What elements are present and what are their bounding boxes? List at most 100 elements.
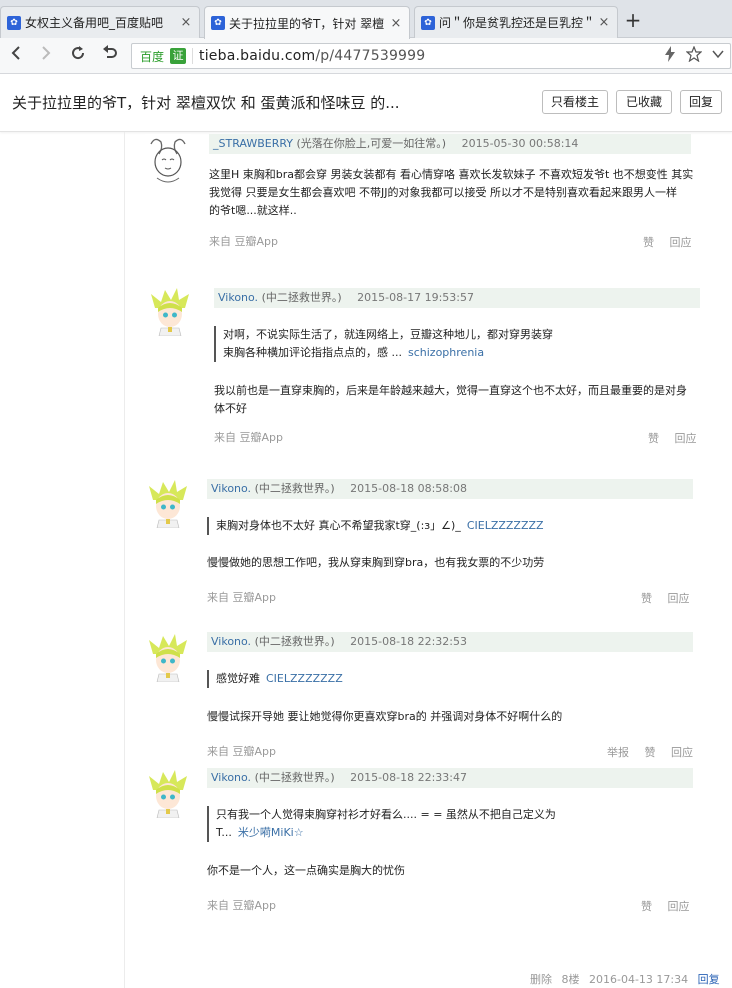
like-button[interactable]: 赞 bbox=[643, 236, 654, 249]
quoted-username[interactable]: schizophrenia bbox=[408, 346, 484, 359]
post-body: 我以前也是一直穿束胸的，后来是年龄越来越大，觉得一直穿这个也不太好，而且最重要的… bbox=[214, 382, 710, 418]
username[interactable]: Vikono. bbox=[211, 771, 251, 784]
post-line: 体不好 bbox=[214, 402, 247, 415]
divider bbox=[192, 48, 194, 64]
user-signature: (中二拯救世界。) bbox=[254, 635, 335, 648]
post-actions: 赞 回应 bbox=[629, 898, 690, 914]
browser-tab-3[interactable]: ✿ 问＂你是贫乳控还是巨乳控＂ × bbox=[414, 6, 618, 38]
avatar[interactable] bbox=[145, 632, 191, 683]
quoted-username[interactable]: CIELZZZZZZZ bbox=[266, 672, 343, 685]
post-meta: Vikono. (中二拯救世界。) 2015-08-18 22:32:53 bbox=[207, 632, 693, 652]
post-line: 我以前也是一直穿束胸的，后来是年龄越来越大，觉得一直穿这个也不太好，而且最重要的… bbox=[214, 384, 687, 397]
respond-button[interactable]: 回应 bbox=[670, 236, 692, 249]
address-bar[interactable]: 百度 证 tieba.baidu.com/p/4477539999 bbox=[131, 43, 731, 69]
browser-toolbar: 百度 证 tieba.baidu.com/p/4477539999 bbox=[0, 38, 732, 74]
floor-footer: 删除 8楼 2016-04-13 17:34 回复 bbox=[530, 971, 720, 987]
like-button[interactable]: 赞 bbox=[645, 746, 656, 759]
post-actions: 赞 回应 bbox=[629, 590, 690, 606]
post-body: 慢慢做她的思想工作吧，我从穿束胸到穿bra，也有我女票的不少功劳 bbox=[207, 554, 703, 572]
tab-title: 问＂你是贫乳控还是巨乳控＂ bbox=[439, 16, 593, 30]
undo-icon[interactable] bbox=[98, 44, 122, 68]
post-actions: 举报 赞 回应 bbox=[595, 744, 693, 760]
reload-icon[interactable] bbox=[66, 44, 90, 68]
url-text[interactable]: tieba.baidu.com/p/4477539999 bbox=[199, 48, 425, 64]
browser-tab-1[interactable]: ✿ 女权主义备用吧_百度贴吧 × bbox=[0, 6, 200, 38]
user-signature: (中二拯救世界。) bbox=[254, 482, 335, 495]
quoted-reply: 感觉好难 CIELZZZZZZZ bbox=[207, 670, 627, 688]
post-item: Vikono. (中二拯救世界。) 2015-08-17 19:53:57 对啊… bbox=[125, 284, 732, 454]
quote-line: 对啊，不说实际生活了，就连网络上，豆瓣这种地儿，都对穿男装穿 bbox=[223, 328, 553, 341]
like-button[interactable]: 赞 bbox=[641, 592, 652, 605]
respond-button[interactable]: 回应 bbox=[668, 592, 690, 605]
user-signature: (中二拯救世界。) bbox=[254, 771, 335, 784]
tab-close-icon[interactable]: × bbox=[389, 16, 403, 31]
post-line: 的爷t嗯...就这样.. bbox=[209, 204, 297, 217]
tab-title: 女权主义备用吧_百度贴吧 bbox=[25, 16, 164, 30]
username[interactable]: Vikono. bbox=[211, 482, 251, 495]
quoted-username[interactable]: 米少嗬MiKi☆ bbox=[238, 826, 304, 839]
post-time: 2015-08-17 19:53:57 bbox=[357, 291, 474, 304]
post-line: 你不是一个人，这一点确实是胸大的忧伤 bbox=[207, 864, 405, 877]
quoted-reply: 只有我一个人觉得束胸穿衬衫才好看么.... = = 虽然从不把自己定义为 T..… bbox=[207, 806, 627, 842]
thread-header: 关于拉拉里的爷T，针对 翠檀双饮 和 蛋黄派和怪味豆 的... 只看楼主 已收藏… bbox=[0, 74, 732, 132]
like-button[interactable]: 赞 bbox=[641, 900, 652, 913]
post-meta: _STRAWBERRY (光落在你脸上,可爱一如往常。) 2015-05-30 … bbox=[209, 134, 691, 154]
baidu-paw-icon: ✿ bbox=[211, 16, 225, 30]
post-source: 来自 豆瓣App bbox=[214, 431, 283, 444]
respond-button[interactable]: 回应 bbox=[668, 900, 690, 913]
avatar[interactable] bbox=[147, 286, 193, 337]
lightning-icon[interactable] bbox=[664, 46, 676, 66]
chevron-down-icon[interactable] bbox=[712, 46, 724, 66]
tab-title: 关于拉拉里的爷T，针对 翠檀 bbox=[229, 16, 385, 31]
star-icon[interactable] bbox=[685, 45, 703, 66]
post-source: 来自 豆瓣App bbox=[209, 235, 278, 248]
post-list: _STRAWBERRY (光落在你脸上,可爱一如往常。) 2015-05-30 … bbox=[124, 132, 732, 988]
new-tab-button[interactable]: + bbox=[622, 10, 644, 32]
quote-line: 感觉好难 bbox=[216, 672, 260, 685]
quote-line: 只有我一个人觉得束胸穿衬衫才好看么.... = = 虽然从不把自己定义为 bbox=[216, 808, 556, 821]
floor-number: 8楼 bbox=[561, 973, 580, 986]
like-button[interactable]: 赞 bbox=[648, 432, 659, 445]
floor-reply-button[interactable]: 回复 bbox=[698, 973, 720, 986]
back-icon[interactable] bbox=[4, 44, 28, 68]
tab-close-icon[interactable]: × bbox=[179, 15, 193, 30]
user-signature: (光落在你脸上,可爱一如往常。) bbox=[296, 137, 447, 150]
report-button[interactable]: 举报 bbox=[607, 746, 629, 759]
post-item: Vikono. (中二拯救世界。) 2015-08-18 08:58:08 束胸… bbox=[125, 476, 732, 612]
forward-icon[interactable] bbox=[34, 44, 58, 68]
post-meta: Vikono. (中二拯救世界。) 2015-08-18 08:58:08 bbox=[207, 479, 693, 499]
baidu-paw-icon: ✿ bbox=[7, 15, 21, 30]
post-time: 2015-08-18 22:32:53 bbox=[350, 635, 467, 648]
quote-line: 束胸各种横加评论指指点点的，感 ... bbox=[223, 346, 402, 359]
reply-button[interactable]: 回复 bbox=[680, 90, 722, 114]
post-time: 2015-08-18 08:58:08 bbox=[350, 482, 467, 495]
browser-tab-2[interactable]: ✿ 关于拉拉里的爷T，针对 翠檀 × bbox=[204, 6, 410, 39]
delete-button[interactable]: 删除 bbox=[530, 973, 552, 986]
respond-button[interactable]: 回应 bbox=[675, 432, 697, 445]
post-item: Vikono. (中二拯救世界。) 2015-08-18 22:33:47 只有… bbox=[125, 766, 732, 918]
post-body: 慢慢试探开导她 要让她觉得你更喜欢穿bra的 并强调对身体不好啊什么的 bbox=[207, 708, 703, 726]
avatar[interactable] bbox=[145, 134, 191, 184]
quoted-username[interactable]: CIELZZZZZZZ bbox=[467, 519, 544, 532]
only-owner-button[interactable]: 只看楼主 bbox=[542, 90, 608, 114]
avatar[interactable] bbox=[145, 478, 191, 529]
post-time: 2015-08-18 22:33:47 bbox=[350, 771, 467, 784]
quoted-reply: 束胸对身体也不太好 真心不希望我家t穿_(:з」∠)_ CIELZZZZZZZ bbox=[207, 517, 627, 535]
post-source: 来自 豆瓣App bbox=[207, 745, 276, 758]
post-time: 2015-05-30 00:58:14 bbox=[461, 137, 579, 150]
post-source: 来自 豆瓣App bbox=[207, 899, 276, 912]
post-line: 这里H 束胸和bra都会穿 男装女装都有 看心情穿咯 喜欢长发软妹子 不喜欢短发… bbox=[209, 168, 694, 181]
avatar[interactable] bbox=[145, 768, 191, 819]
respond-button[interactable]: 回应 bbox=[671, 746, 693, 759]
post-actions: 赞 回应 bbox=[631, 234, 692, 250]
baidu-label: 百度 bbox=[140, 49, 165, 64]
browser-tab-bar: ✿ 女权主义备用吧_百度贴吧 × ✿ 关于拉拉里的爷T，针对 翠檀 × ✿ 问＂… bbox=[0, 0, 732, 39]
verified-icon[interactable]: 证 bbox=[170, 48, 187, 64]
tab-close-icon[interactable]: × bbox=[597, 15, 611, 30]
username[interactable]: Vikono. bbox=[211, 635, 251, 648]
baidu-paw-icon: ✿ bbox=[421, 15, 435, 30]
username[interactable]: _STRAWBERRY bbox=[213, 137, 293, 150]
quote-line: T... bbox=[216, 826, 232, 839]
favorited-button[interactable]: 已收藏 bbox=[616, 90, 672, 114]
username[interactable]: Vikono. bbox=[218, 291, 258, 304]
